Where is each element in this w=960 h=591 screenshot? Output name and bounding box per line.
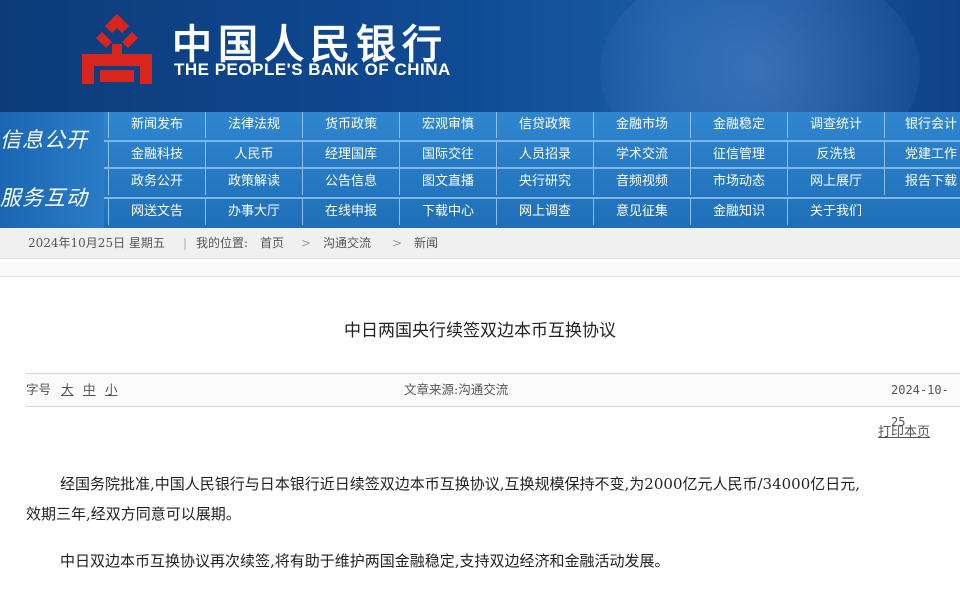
brand-name-en: THE PEOPLE'S BANK OF CHINA xyxy=(174,60,451,79)
nav-item[interactable]: 新闻发布 xyxy=(108,112,205,138)
nav-item[interactable]: 网送文告 xyxy=(108,199,205,225)
nav-item[interactable]: 央行研究 xyxy=(496,169,593,195)
article-title: 中日两国央行续签双边本币互换协议 xyxy=(344,321,616,341)
main-nav: 信息公开 服务互动 新闻发布 法律法规 货币政策 宏观审慎 信贷政策 金融市场 … xyxy=(0,112,960,228)
nav-item[interactable]: 法律法规 xyxy=(205,112,302,138)
breadcrumb: 2024年10月25日 星期五 | 我的位置: 首页 > 沟通交流 > 新闻 xyxy=(0,228,960,259)
pboc-emblem-icon[interactable] xyxy=(72,10,162,90)
nav-item[interactable]: 金融市场 xyxy=(593,112,690,138)
font-size-large-button[interactable]: 大 xyxy=(61,374,74,406)
nav-item[interactable]: 学术交流 xyxy=(593,142,690,168)
breadcrumb-divider: | xyxy=(183,236,188,250)
nav-item[interactable]: 反洗钱 xyxy=(787,142,884,168)
location-label: 我的位置: xyxy=(196,236,249,250)
nav-item[interactable]: 宏观审慎 xyxy=(399,112,496,138)
nav-item[interactable]: 图文直播 xyxy=(399,169,496,195)
nav-item[interactable]: 政策解读 xyxy=(205,169,302,195)
nav-item[interactable]: 下载中心 xyxy=(399,199,496,225)
nav-item[interactable]: 货币政策 xyxy=(302,112,399,138)
nav-item[interactable]: 信贷政策 xyxy=(496,112,593,138)
nav-item[interactable]: 经理国库 xyxy=(302,142,399,168)
nav-item[interactable]: 市场动态 xyxy=(690,169,787,195)
nav-item[interactable]: 办事大厅 xyxy=(205,199,302,225)
article-paragraph: 经国务院批准,中国人民银行与日本银行近日续签双边本币互换协议,互换规模保持不变,… xyxy=(60,475,861,493)
font-size-small-button[interactable]: 小 xyxy=(105,374,118,406)
nav-item[interactable]: 国际交往 xyxy=(399,142,496,168)
current-date: 2024年10月25日 星期五 xyxy=(28,236,165,250)
breadcrumb-current[interactable]: 新闻 xyxy=(414,228,438,258)
article-paragraph: 中日双边本币互换协议再次续签,将有助于维护两国金融稳定,支持双边经济和金融活动发… xyxy=(60,552,670,570)
nav-row: 金融科技 人民币 经理国库 国际交往 人员招录 学术交流 征信管理 反洗钱 党建… xyxy=(0,142,960,170)
nav-item[interactable]: 公告信息 xyxy=(302,169,399,195)
header-banner: 中国人民银行 THE PEOPLE'S BANK OF CHINA xyxy=(0,0,960,112)
nav-item[interactable]: 征信管理 xyxy=(690,142,787,168)
print-page-link[interactable]: 打印本页 xyxy=(878,421,930,440)
font-size-label: 字号 xyxy=(26,382,52,397)
nav-item[interactable]: 报告下载 xyxy=(884,169,960,195)
font-size-medium-button[interactable]: 中 xyxy=(83,374,96,406)
nav-item[interactable]: 人员招录 xyxy=(496,142,593,168)
breadcrumb-chevron-icon: > xyxy=(392,236,403,250)
nav-item[interactable]: 金融科技 xyxy=(108,142,205,168)
nav-item[interactable]: 银行会计 xyxy=(884,112,960,138)
nav-row: 政务公开 政策解读 公告信息 图文直播 央行研究 音频视频 市场动态 网上展厅 … xyxy=(0,169,960,197)
article-source: 文章来源:沟通交流 xyxy=(404,382,509,397)
nav-item[interactable]: 在线申报 xyxy=(302,199,399,225)
nav-item[interactable]: 政务公开 xyxy=(108,169,205,195)
breadcrumb-chevron-icon: > xyxy=(301,236,312,250)
nav-item[interactable]: 金融知识 xyxy=(690,199,787,225)
article-meta-bar: 字号 大 中 小 文章来源:沟通交流 2024-10-25 xyxy=(26,373,960,429)
nav-item[interactable]: 音频视频 xyxy=(593,169,690,195)
nav-item[interactable]: 调查统计 xyxy=(787,112,884,138)
article-paragraph: 效期三年,经双方同意可以展期。 xyxy=(26,505,241,523)
nav-row: 网送文告 办事大厅 在线申报 下载中心 网上调查 意见征集 金融知识 关于我们 xyxy=(0,199,960,227)
nav-item[interactable]: 网上展厅 xyxy=(787,169,884,195)
nav-row: 新闻发布 法律法规 货币政策 宏观审慎 信贷政策 金融市场 金融稳定 调查统计 … xyxy=(0,112,960,140)
nav-item[interactable]: 党建工作 xyxy=(884,142,960,168)
nav-item[interactable]: 意见征集 xyxy=(593,199,690,225)
breadcrumb-home[interactable]: 首页 xyxy=(260,228,284,258)
nav-item[interactable]: 网上调查 xyxy=(496,199,593,225)
nav-item[interactable]: 金融稳定 xyxy=(690,112,787,138)
nav-item[interactable]: 关于我们 xyxy=(787,199,884,225)
banner-glow xyxy=(600,0,920,112)
nav-item[interactable]: 人民币 xyxy=(205,142,302,168)
breadcrumb-section[interactable]: 沟通交流 xyxy=(323,228,371,258)
content-divider xyxy=(0,262,960,277)
